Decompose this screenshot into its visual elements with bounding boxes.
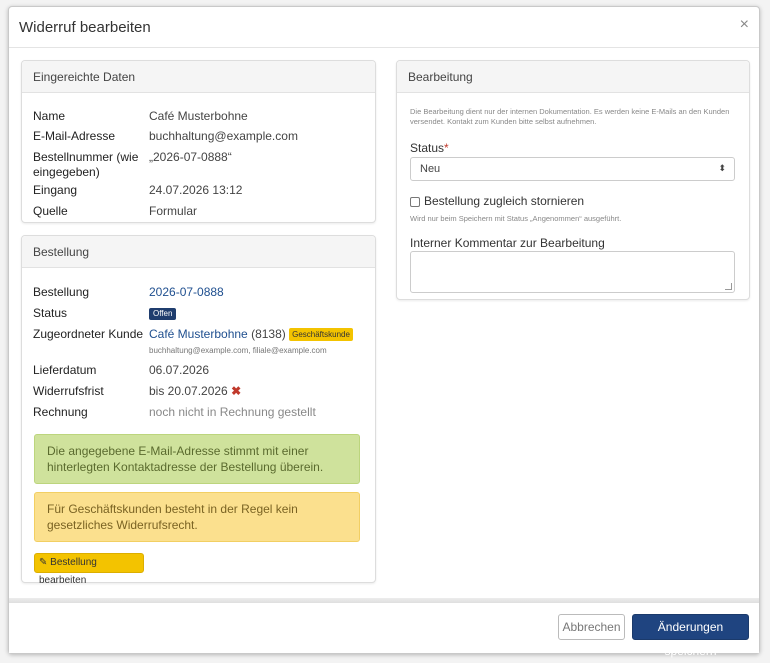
submitted-label: E-Mail-Adresse <box>33 129 116 143</box>
save-button[interactable]: Änderungen speichern <box>632 614 749 658</box>
order-header: Bestellung <box>22 236 375 268</box>
deadline-expired-icon: ✖ <box>231 384 242 398</box>
customer-value: Café Musterbohne (8138) Geschäftskunde <box>149 327 353 342</box>
submitted-value: „2026-07-0888“ <box>149 150 232 164</box>
order-label: Widerrufsfrist <box>33 384 104 398</box>
business-customer-alert: Für Geschäftskunden besteht in der Regel… <box>34 492 360 542</box>
submitted-value: buchhaltung@example.com <box>149 129 298 143</box>
edit-order-button[interactable]: ✎ Bestellung bearbeiten <box>34 553 144 586</box>
submitted-label: Name <box>33 109 66 123</box>
order-card: Bestellung Bestellung 2026-07-0888 Statu… <box>21 235 376 586</box>
deadline-value: bis 20.07.2026 ✖ <box>149 384 241 398</box>
submitted-data-header: Eingereichte Daten <box>22 61 375 93</box>
processing-header: Bearbeitung <box>397 61 749 93</box>
order-label: Status <box>33 306 68 320</box>
submitted-label: Eingang <box>33 183 78 197</box>
select-arrow-icon: ⬍ <box>718 163 726 173</box>
processing-info: Die Bearbeitung dient nur der internen D… <box>410 107 730 126</box>
cancel-button[interactable]: Abbrechen <box>558 614 625 640</box>
required-mark: * <box>444 141 449 155</box>
close-icon[interactable]: × <box>740 17 749 33</box>
comment-textarea[interactable] <box>410 251 735 293</box>
dialog-footer: Abbrechen Änderungen speichern <box>9 602 759 658</box>
dialog: Widerruf bearbeiten × Eingereichte Daten… <box>8 6 760 658</box>
status-select[interactable]: Neu ⬍ <box>410 157 735 181</box>
edit-order-label: Bestellung bearbeiten <box>39 557 97 586</box>
submitted-value: Formular <box>149 204 198 218</box>
invoice-status: noch nicht in Rechnung gestellt <box>149 405 316 419</box>
status-select-value: Neu <box>420 163 441 175</box>
dialog-body: Eingereichte Daten Name Café Musterbohne… <box>9 48 759 598</box>
submitted-data-card: Eingereichte Daten Name Café Musterbohne… <box>21 60 376 223</box>
submitted-value: Café Musterbohne <box>149 109 248 123</box>
cancel-order-checkbox[interactable] <box>410 197 420 207</box>
resize-handle-icon[interactable] <box>725 283 732 290</box>
status-badge: Offen <box>149 307 177 320</box>
order-number-link[interactable]: 2026-07-0888 <box>149 285 224 299</box>
email-match-alert: Die angegebene E-Mail-Adresse stimmt mit… <box>34 434 360 484</box>
customer-emails: buchhaltung@example.com, filiale@example… <box>149 346 327 355</box>
dialog-title: Widerruf bearbeiten <box>19 19 151 36</box>
status-label-text: Status <box>410 141 445 155</box>
order-label: Lieferdatum <box>33 363 97 377</box>
submitted-label: Bestellnummer (wie eingegeben) <box>33 150 139 179</box>
cancel-hint: Wird nur beim Speichern mit Status „Ange… <box>410 214 622 223</box>
pencil-icon: ✎ <box>39 557 48 568</box>
status-label: Status* <box>410 141 449 155</box>
customer-id: (8138) <box>251 327 286 341</box>
processing-card: Bearbeitung Die Bearbeitung dient nur de… <box>396 60 750 300</box>
cancel-order-label[interactable]: Bestellung zugleich stornieren <box>424 194 584 208</box>
order-label: Rechnung <box>33 405 88 419</box>
dialog-header: Widerruf bearbeiten × <box>9 7 759 48</box>
deadline-date: bis 20.07.2026 <box>149 384 228 398</box>
comment-label: Interner Kommentar zur Bearbeitung <box>410 236 605 250</box>
customer-link[interactable]: Café Musterbohne <box>149 327 248 341</box>
order-label: Bestellung <box>33 285 90 299</box>
submitted-value: 24.07.2026 13:12 <box>149 183 243 197</box>
submitted-label: Quelle <box>33 204 68 218</box>
customer-type-badge: Geschäftskunde <box>289 328 353 342</box>
order-label: Zugeordneter Kunde <box>33 327 144 341</box>
delivery-date: 06.07.2026 <box>149 363 210 377</box>
